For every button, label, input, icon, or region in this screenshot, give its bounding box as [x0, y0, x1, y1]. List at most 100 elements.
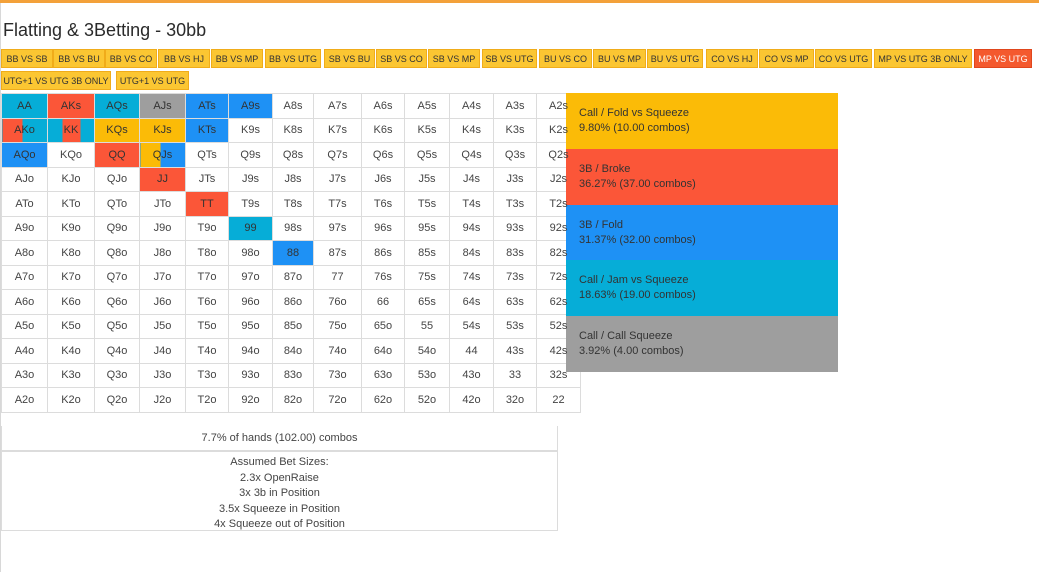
hand-cell-ako[interactable]: AKo — [1, 117, 48, 143]
tab-bu-vs-mp[interactable]: BU VS MP — [593, 49, 646, 68]
hand-cell-64s[interactable]: 64s — [449, 289, 494, 315]
hand-cell-qts[interactable]: QTs — [185, 142, 229, 168]
hand-cell-a7s[interactable]: A7s — [313, 93, 362, 119]
hand-cell-73s[interactable]: 73s — [493, 264, 537, 290]
hand-cell-93s[interactable]: 93s — [493, 215, 537, 241]
hand-cell-96o[interactable]: 96o — [228, 289, 273, 315]
hand-cell-63o[interactable]: 63o — [361, 362, 405, 388]
hand-cell-q3s[interactable]: Q3s — [493, 142, 537, 168]
hand-cell-q6o[interactable]: Q6o — [94, 289, 140, 315]
hand-cell-j9o[interactable]: J9o — [139, 215, 186, 241]
hand-cell-44[interactable]: 44 — [449, 338, 494, 364]
hand-cell-k3o[interactable]: K3o — [47, 362, 95, 388]
hand-cell-a5s[interactable]: A5s — [404, 93, 450, 119]
hand-cell-95o[interactable]: 95o — [228, 313, 273, 339]
legend-callsq[interactable]: Call / Call Squeeze 3.92% (4.00 combos) — [566, 316, 838, 372]
hand-cell-95s[interactable]: 95s — [404, 215, 450, 241]
hand-cell-jto[interactable]: JTo — [139, 191, 186, 217]
tab-bb-vs-utg[interactable]: BB VS UTG — [265, 49, 321, 68]
hand-cell-t6s[interactable]: T6s — [361, 191, 405, 217]
hand-cell-84s[interactable]: 84s — [449, 240, 494, 266]
hand-cell-aqo[interactable]: AQo — [1, 142, 48, 168]
hand-cell-a6o[interactable]: A6o — [1, 289, 48, 315]
hand-cell-a4o[interactable]: A4o — [1, 338, 48, 364]
hand-cell-k5s[interactable]: K5s — [404, 117, 450, 143]
legend-callfold[interactable]: Call / Fold vs Squeeze 9.80% (10.00 combo… — [566, 93, 838, 149]
hand-cell-93o[interactable]: 93o — [228, 362, 273, 388]
hand-cell-k4o[interactable]: K4o — [47, 338, 95, 364]
hand-cell-97o[interactable]: 97o — [228, 264, 273, 290]
hand-cell-98s[interactable]: 98s — [272, 215, 314, 241]
hand-cell-t8o[interactable]: T8o — [185, 240, 229, 266]
tab-utg-1-vs-utg[interactable]: UTG+1 VS UTG — [116, 71, 189, 90]
hand-cell-q9o[interactable]: Q9o — [94, 215, 140, 241]
hand-cell-j6s[interactable]: J6s — [361, 166, 405, 192]
tab-bu-vs-utg[interactable]: BU VS UTG — [647, 49, 703, 68]
hand-cell-74o[interactable]: 74o — [313, 338, 362, 364]
hand-cell-j8s[interactable]: J8s — [272, 166, 314, 192]
hand-cell-j6o[interactable]: J6o — [139, 289, 186, 315]
hand-cell-qjs[interactable]: QJs — [139, 142, 186, 168]
hand-cell-33[interactable]: 33 — [493, 362, 537, 388]
tab-bb-vs-bu[interactable]: BB VS BU — [53, 49, 105, 68]
hand-cell-q5s[interactable]: Q5s — [404, 142, 450, 168]
hand-cell-73o[interactable]: 73o — [313, 362, 362, 388]
hand-cell-83s[interactable]: 83s — [493, 240, 537, 266]
hand-cell-j9s[interactable]: J9s — [228, 166, 273, 192]
hand-cell-76o[interactable]: 76o — [313, 289, 362, 315]
hand-cell-22[interactable]: 22 — [536, 387, 581, 413]
hand-cell-k5o[interactable]: K5o — [47, 313, 95, 339]
hand-cell-86s[interactable]: 86s — [361, 240, 405, 266]
tab-mp-vs-utg[interactable]: MP VS UTG — [974, 49, 1032, 68]
hand-cell-64o[interactable]: 64o — [361, 338, 405, 364]
hand-cell-74s[interactable]: 74s — [449, 264, 494, 290]
hand-cell-43s[interactable]: 43s — [493, 338, 537, 364]
hand-cell-t8s[interactable]: T8s — [272, 191, 314, 217]
hand-cell-53s[interactable]: 53s — [493, 313, 537, 339]
hand-cell-85s[interactable]: 85s — [404, 240, 450, 266]
hand-cell-k7o[interactable]: K7o — [47, 264, 95, 290]
hand-cell-k8o[interactable]: K8o — [47, 240, 95, 266]
hand-cell-72o[interactable]: 72o — [313, 387, 362, 413]
tab-sb-vs-mp[interactable]: SB VS MP — [428, 49, 480, 68]
hand-cell-65o[interactable]: 65o — [361, 313, 405, 339]
hand-cell-83o[interactable]: 83o — [272, 362, 314, 388]
hand-cell-k3s[interactable]: K3s — [493, 117, 537, 143]
hand-cell-65s[interactable]: 65s — [404, 289, 450, 315]
hand-cell-k9o[interactable]: K9o — [47, 215, 95, 241]
hand-cell-87s[interactable]: 87s — [313, 240, 362, 266]
hand-cell-84o[interactable]: 84o — [272, 338, 314, 364]
hand-cell-t4s[interactable]: T4s — [449, 191, 494, 217]
hand-cell-j4s[interactable]: J4s — [449, 166, 494, 192]
hand-cell-qjo[interactable]: QJo — [94, 166, 140, 192]
hand-cell-j5s[interactable]: J5s — [404, 166, 450, 192]
hand-cell-t7s[interactable]: T7s — [313, 191, 362, 217]
hand-cell-85o[interactable]: 85o — [272, 313, 314, 339]
hand-cell-a8s[interactable]: A8s — [272, 93, 314, 119]
tab-sb-vs-bu[interactable]: SB VS BU — [324, 49, 375, 68]
hand-cell-82o[interactable]: 82o — [272, 387, 314, 413]
hand-cell-a3o[interactable]: A3o — [1, 362, 48, 388]
hand-cell-t4o[interactable]: T4o — [185, 338, 229, 364]
hand-cell-97s[interactable]: 97s — [313, 215, 362, 241]
hand-cell-k6o[interactable]: K6o — [47, 289, 95, 315]
hand-cell-t9o[interactable]: T9o — [185, 215, 229, 241]
hand-cell-76s[interactable]: 76s — [361, 264, 405, 290]
hand-cell-a5o[interactable]: A5o — [1, 313, 48, 339]
tab-co-vs-mp[interactable]: CO VS MP — [759, 49, 814, 68]
legend-jam[interactable]: Call / Jam vs Squeeze 18.63% (19.00 combo… — [566, 260, 838, 317]
hand-cell-q4o[interactable]: Q4o — [94, 338, 140, 364]
hand-cell-k4s[interactable]: K4s — [449, 117, 494, 143]
hand-cell-a8o[interactable]: A8o — [1, 240, 48, 266]
hand-cell-ats[interactable]: ATs — [185, 93, 229, 119]
hand-cell-j3o[interactable]: J3o — [139, 362, 186, 388]
hand-cell-kk[interactable]: KK — [47, 117, 95, 143]
hand-cell-ajs[interactable]: AJs — [139, 93, 186, 119]
hand-cell-42o[interactable]: 42o — [449, 387, 494, 413]
hand-cell-94s[interactable]: 94s — [449, 215, 494, 241]
hand-cell-t3o[interactable]: T3o — [185, 362, 229, 388]
hand-cell-54s[interactable]: 54s — [449, 313, 494, 339]
hand-cell-q2o[interactable]: Q2o — [94, 387, 140, 413]
hand-cell-a3s[interactable]: A3s — [493, 93, 537, 119]
hand-cell-kto[interactable]: KTo — [47, 191, 95, 217]
